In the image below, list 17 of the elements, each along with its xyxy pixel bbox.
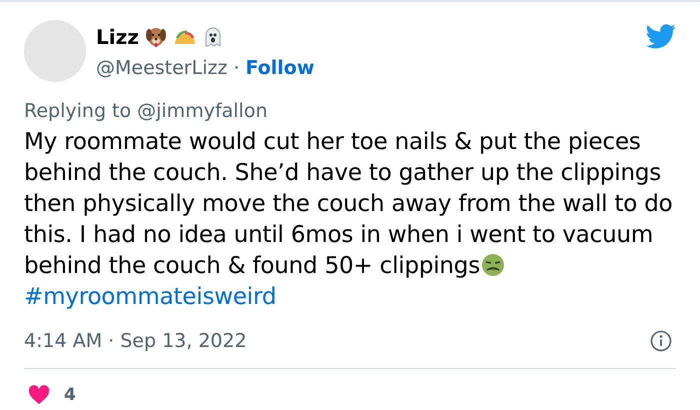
- like-count: 4: [64, 384, 76, 406]
- info-icon[interactable]: [650, 330, 672, 352]
- author-handle[interactable]: @MeesterLizz: [96, 54, 228, 82]
- heart-icon[interactable]: [28, 385, 50, 406]
- nauseated-face-icon: [481, 253, 505, 277]
- replying-label: Replying to: [24, 98, 132, 124]
- bird-logo-icon: [646, 24, 676, 49]
- timestamp[interactable]: 4:14 AM · Sep 13, 2022: [24, 327, 247, 356]
- separator-dot: ·: [233, 56, 240, 81]
- taco-icon: [172, 28, 197, 46]
- hashtag-link[interactable]: #myroommateisweird: [24, 284, 276, 310]
- mention-link[interactable]: @jimmyfallon: [137, 96, 268, 125]
- ghost-icon: [202, 26, 223, 48]
- dog-face-icon: [144, 26, 167, 48]
- follow-link[interactable]: Follow: [245, 54, 314, 82]
- author-name[interactable]: Lizz: [96, 22, 139, 52]
- tweet-text: My roommate would cut her toe nails & put the pieces behind the couch. She’d have to gather up the clippings then physically move the couch away from the wall to do this. I had no idea until 6mos in when i went to vacuum behind the couch & found 50+ clippings #myroommateisweird: [24, 128, 674, 312]
